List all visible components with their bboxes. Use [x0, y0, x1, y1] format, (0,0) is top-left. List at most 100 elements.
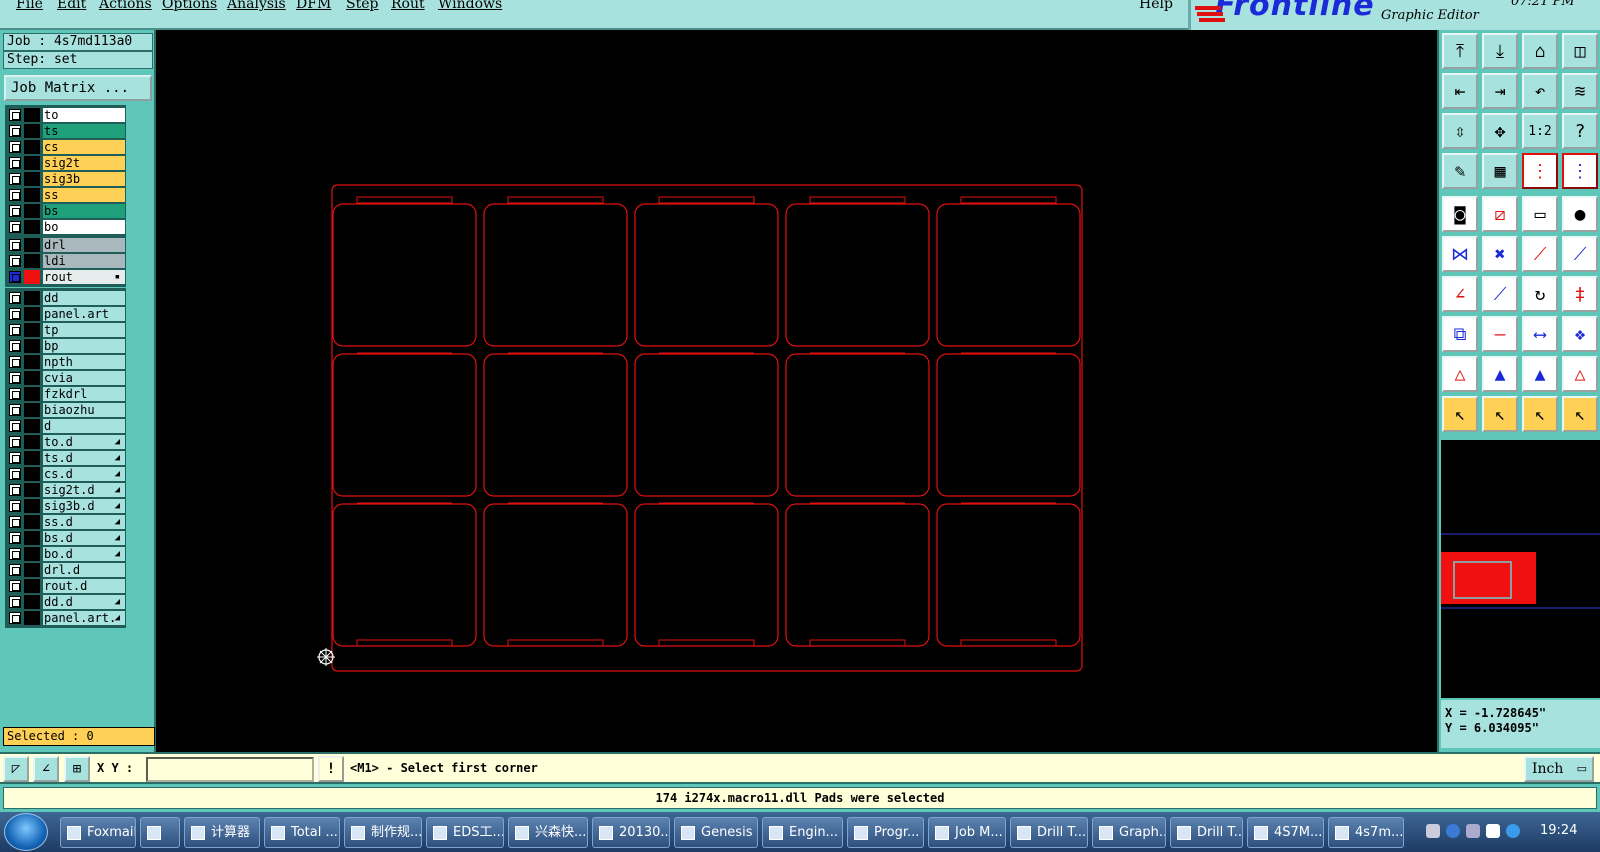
layer-row[interactable]: cvia: [7, 370, 125, 386]
layer-checkbox[interactable]: [9, 580, 21, 592]
layer-row[interactable]: ss.d ◢: [7, 514, 125, 530]
redraw-button[interactable]: ≋: [1562, 73, 1598, 109]
taskbar-item[interactable]: 兴森快...: [508, 817, 588, 848]
taskbar-item[interactable]: 4S7M...: [1247, 817, 1324, 848]
layer-checkbox[interactable]: [9, 516, 21, 528]
layer-name[interactable]: biaozhu: [43, 403, 125, 417]
layer-color-swatch[interactable]: [24, 387, 40, 401]
layer-name[interactable]: rout: [43, 270, 125, 284]
layer-color-swatch[interactable]: [24, 419, 40, 433]
layer-name[interactable]: bo.d: [43, 547, 125, 561]
layer-color-swatch[interactable]: [24, 355, 40, 369]
send-top-button[interactable]: ⤒: [1442, 33, 1478, 69]
layer-row[interactable]: bo.d ◢: [7, 546, 125, 562]
line-node-button[interactable]: ⟋: [1562, 236, 1598, 272]
taskbar-item[interactable]: 4s7m...: [1328, 817, 1404, 848]
layer-name[interactable]: rout.d: [43, 579, 125, 593]
layer-checkbox[interactable]: [9, 436, 21, 448]
layer-row[interactable]: cs.d ◢: [7, 466, 125, 482]
layer-row[interactable]: sig2t.d ◢: [7, 482, 125, 498]
network-icon[interactable]: [1466, 824, 1480, 838]
layer-name[interactable]: cs.d: [43, 467, 125, 481]
layer-row[interactable]: to.d ◢: [7, 434, 125, 450]
pan-right-button[interactable]: ⇥: [1482, 73, 1518, 109]
move-button[interactable]: ⧉: [1442, 316, 1478, 352]
layer-checkbox[interactable]: [9, 612, 21, 624]
layer-checkbox[interactable]: [9, 596, 21, 608]
layer-row[interactable]: sig2t: [7, 155, 125, 171]
layer-checkbox[interactable]: [9, 500, 21, 512]
alert-button[interactable]: !: [318, 756, 344, 782]
layer-color-swatch[interactable]: [24, 531, 40, 545]
layer-name[interactable]: sig3b.d: [43, 499, 125, 513]
send-bottom-button[interactable]: ⤓: [1482, 33, 1518, 69]
layer-row[interactable]: bp: [7, 338, 125, 354]
help-button[interactable]: ?: [1562, 113, 1598, 149]
layer-color-swatch[interactable]: [24, 467, 40, 481]
layer-color-swatch[interactable]: [24, 124, 40, 138]
layer-row[interactable]: sig3b: [7, 171, 125, 187]
taskbar-item[interactable]: Drill T...: [1170, 817, 1243, 848]
layer-checkbox[interactable]: [9, 125, 21, 137]
layer-checkbox[interactable]: [9, 173, 21, 185]
dimension-button[interactable]: ⟷: [1522, 316, 1558, 352]
taskbar-item[interactable]: Total ...: [264, 817, 340, 848]
layer-name[interactable]: d: [43, 419, 125, 433]
pan-left-button[interactable]: ⇤: [1442, 73, 1478, 109]
circle-button[interactable]: ●: [1562, 196, 1598, 232]
pointer-button[interactable]: ↖: [1442, 396, 1478, 432]
fit-vertical-button[interactable]: ⇳: [1442, 113, 1478, 149]
menu-options[interactable]: Options: [162, 0, 217, 12]
layer-name[interactable]: dd.d: [43, 595, 125, 609]
layer-name[interactable]: ts.d: [43, 451, 125, 465]
angle-mode-button[interactable]: ∠: [33, 756, 59, 782]
layer-row[interactable]: tp: [7, 322, 125, 338]
layer-checkbox[interactable]: [9, 548, 21, 560]
layer-checkbox[interactable]: [9, 484, 21, 496]
layer-name[interactable]: bp: [43, 339, 125, 353]
layer-checkbox[interactable]: [9, 340, 21, 352]
layer-checkbox[interactable]: [9, 239, 21, 251]
layer-color-swatch[interactable]: [24, 371, 40, 385]
start-button[interactable]: [4, 813, 48, 851]
snap-red-button[interactable]: ⋮: [1522, 153, 1558, 189]
layer-checkbox[interactable]: [9, 292, 21, 304]
layer-name[interactable]: sig2t: [43, 156, 125, 170]
menu-analysis[interactable]: Analysis: [227, 0, 286, 12]
layer-row[interactable]: to: [7, 107, 125, 123]
layer-row[interactable]: bs.d ◢: [7, 530, 125, 546]
layer-color-swatch[interactable]: [24, 156, 40, 170]
taskbar-item[interactable]: [140, 817, 180, 848]
layer-name[interactable]: fzkdrl: [43, 387, 125, 401]
layer-color-swatch[interactable]: [24, 140, 40, 154]
layer-checkbox[interactable]: [9, 109, 21, 121]
menu-step[interactable]: Step: [346, 0, 378, 12]
undo-view-button[interactable]: ↶: [1522, 73, 1558, 109]
tri-red-button[interactable]: △: [1442, 356, 1478, 392]
layer-name[interactable]: dd: [43, 291, 125, 305]
taskbar-item[interactable]: Foxmail: [60, 817, 136, 848]
taskbar-item[interactable]: Job M...: [928, 817, 1006, 848]
group-button[interactable]: ❖: [1562, 316, 1598, 352]
pointer-path-button[interactable]: ↖: [1562, 396, 1598, 432]
layer-row[interactable]: dd: [7, 290, 125, 306]
ruler-button[interactable]: ▭: [1522, 196, 1558, 232]
layer-color-swatch[interactable]: [24, 579, 40, 593]
layer-checkbox[interactable]: [9, 141, 21, 153]
layer-row[interactable]: bs: [7, 203, 125, 219]
taskbar-item[interactable]: Genesis: [674, 817, 758, 848]
layer-row[interactable]: cs: [7, 139, 125, 155]
connect-button[interactable]: ⋈: [1442, 236, 1478, 272]
minimap[interactable]: [1441, 440, 1600, 698]
layer-color-swatch[interactable]: [24, 595, 40, 609]
angle-button[interactable]: ∠: [1442, 276, 1478, 312]
layer-row[interactable]: ts: [7, 123, 125, 139]
line-button[interactable]: ⧄: [1482, 196, 1518, 232]
pad-button[interactable]: ◙: [1442, 196, 1478, 232]
layer-name[interactable]: sig3b: [43, 172, 125, 186]
dash-button[interactable]: —: [1482, 316, 1518, 352]
arc-button[interactable]: ↻: [1522, 276, 1558, 312]
keyboard-icon[interactable]: [1426, 824, 1440, 838]
layer-color-swatch[interactable]: [24, 435, 40, 449]
layer-color-swatch[interactable]: [24, 563, 40, 577]
